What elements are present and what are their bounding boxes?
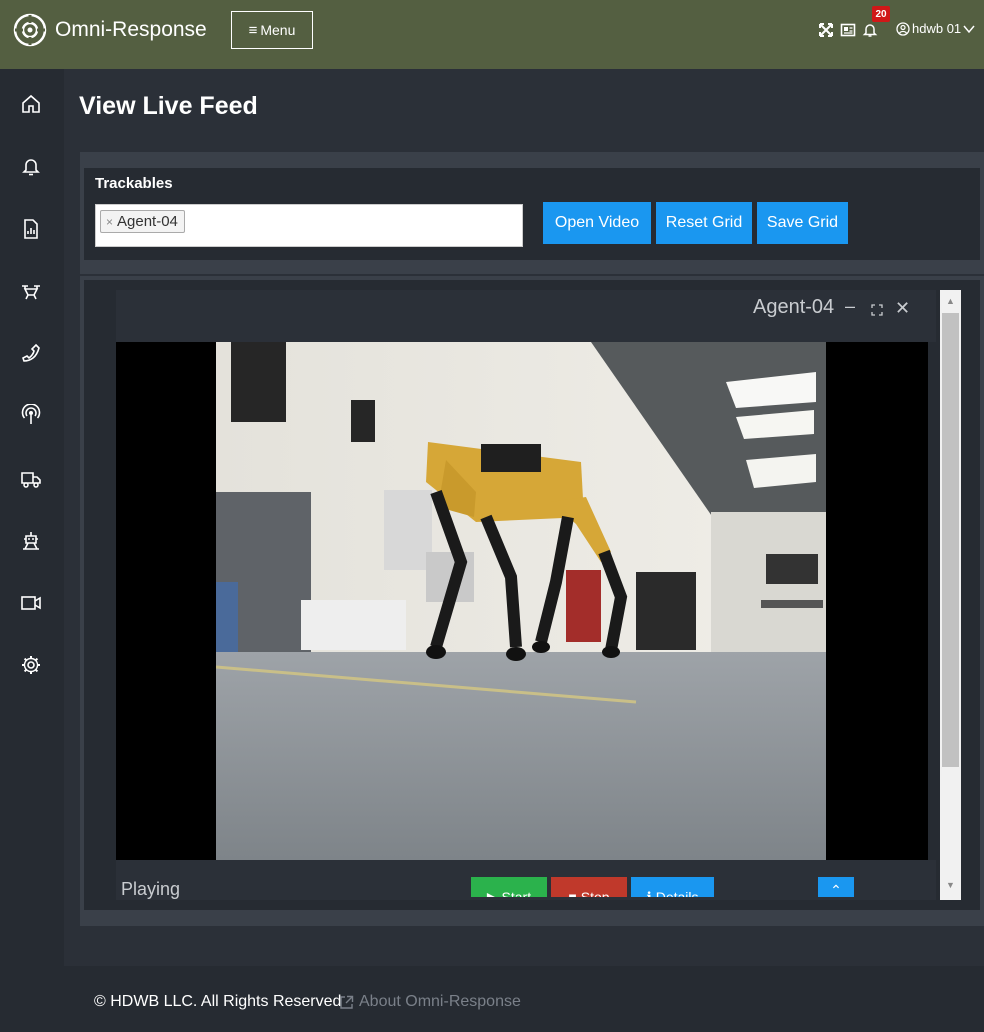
- remove-tag-icon[interactable]: ×: [106, 215, 113, 229]
- details-label: Details: [655, 889, 699, 897]
- user-name: hdwb 01: [912, 21, 962, 36]
- about-link-label: About Omni-Response: [359, 993, 521, 1010]
- sensor-icon[interactable]: [20, 404, 42, 426]
- alerts-bell-icon[interactable]: [20, 155, 42, 177]
- save-grid-button[interactable]: Save Grid: [757, 202, 848, 244]
- live-video-frame: [216, 342, 826, 860]
- chevron-down-icon: [963, 25, 975, 33]
- fullscreen-icon[interactable]: [818, 22, 834, 38]
- scroll-up-arrow-icon[interactable]: ▲: [940, 292, 961, 310]
- phone-icon[interactable]: [20, 342, 42, 364]
- trackables-label: Trackables: [95, 175, 173, 192]
- video-widget-title: Agent-04: [753, 296, 835, 318]
- trackable-tag-label: Agent-04: [117, 213, 178, 230]
- open-video-button[interactable]: Open Video: [543, 202, 651, 244]
- scrollbar-thumb[interactable]: [942, 313, 959, 767]
- robot-icon[interactable]: [20, 530, 42, 552]
- play-icon: ▶: [486, 889, 502, 897]
- truck-icon[interactable]: [20, 468, 42, 490]
- stop-icon: ■: [568, 889, 581, 897]
- info-icon: ℹ: [646, 889, 656, 897]
- about-link[interactable]: About Omni-Response: [339, 993, 521, 1011]
- stop-label: Stop: [580, 889, 610, 897]
- omni-response-logo-icon[interactable]: [12, 12, 48, 48]
- user-menu[interactable]: hdwb 01: [896, 21, 975, 36]
- menu-button[interactable]: ≡ Menu: [231, 11, 313, 49]
- home-icon[interactable]: [20, 93, 42, 115]
- brand-name: Omni-Response: [55, 18, 207, 41]
- minimize-icon[interactable]: –: [845, 296, 855, 317]
- reset-grid-button[interactable]: Reset Grid: [656, 202, 752, 244]
- stop-button[interactable]: ■ Stop: [551, 877, 627, 897]
- drone-icon[interactable]: [20, 280, 42, 302]
- report-icon[interactable]: [20, 218, 42, 240]
- news-icon[interactable]: [840, 22, 856, 38]
- menu-label: Menu: [260, 22, 296, 38]
- user-avatar-icon: [896, 21, 910, 36]
- scroll-down-arrow-icon[interactable]: ▼: [940, 876, 961, 894]
- scroll-up-button[interactable]: ⌃: [818, 877, 854, 897]
- video-camera-icon[interactable]: [20, 592, 42, 614]
- external-link-icon: [340, 995, 354, 1009]
- expand-icon[interactable]: [871, 304, 883, 316]
- bell-icon[interactable]: [862, 22, 878, 38]
- start-button[interactable]: ▶ Start: [471, 877, 547, 897]
- chevron-up-icon: ⌃: [830, 882, 842, 897]
- copyright-text: © HDWB LLC. All Rights Reserved: [94, 993, 342, 1010]
- details-button[interactable]: ℹ Details: [631, 877, 714, 897]
- playback-status: Playing: [121, 879, 181, 899]
- gear-icon[interactable]: [20, 654, 42, 676]
- hamburger-icon: ≡: [248, 21, 258, 39]
- close-icon[interactable]: ✕: [895, 298, 910, 319]
- start-label: Start: [501, 889, 532, 897]
- notification-badge: 20: [872, 6, 890, 22]
- page-title: View Live Feed: [79, 92, 258, 120]
- trackable-tag[interactable]: × Agent-04: [100, 210, 185, 233]
